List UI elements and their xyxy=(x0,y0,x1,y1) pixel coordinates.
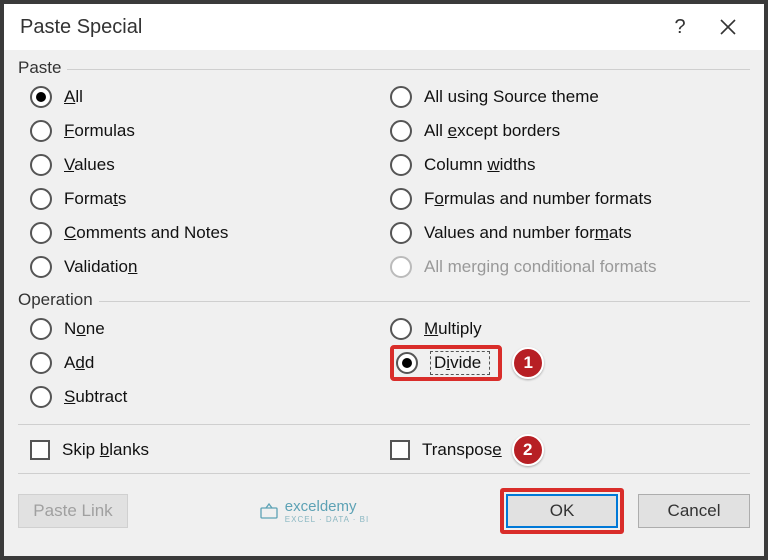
op-add-radio[interactable] xyxy=(30,352,52,374)
paste-all-using-source-theme-radio[interactable] xyxy=(390,86,412,108)
op-divide-label: Divide xyxy=(434,353,481,372)
logo-icon xyxy=(259,501,279,521)
exceldemy-logo: exceldemy EXCEL · DATA · BI xyxy=(259,498,369,524)
paste-values-and-number-formats[interactable]: Values and number formats xyxy=(390,216,750,250)
paste-formats-radio[interactable] xyxy=(30,188,52,210)
paste-formulas-and-number-formats-label: Formulas and number formats xyxy=(424,189,652,209)
paste-formulas-radio[interactable] xyxy=(30,120,52,142)
paste-formats[interactable]: Formats xyxy=(30,182,390,216)
paste-all[interactable]: All xyxy=(30,80,390,114)
paste-link-button: Paste Link xyxy=(18,494,128,528)
close-icon xyxy=(720,19,736,35)
paste-column-widths[interactable]: Column widths xyxy=(390,148,750,182)
op-multiply[interactable]: Multiply xyxy=(390,312,750,346)
paste-all-merging-conditional-formats-radio xyxy=(390,256,412,278)
paste-column-widths-label: Column widths xyxy=(424,155,536,175)
dialog-content: Paste All Formulas Values Formats Comments a… xyxy=(4,50,764,542)
op-subtract[interactable]: Subtract xyxy=(30,380,390,414)
op-none-radio[interactable] xyxy=(30,318,52,340)
paste-all-except-borders[interactable]: All except borders xyxy=(390,114,750,148)
paste-all-using-source-theme[interactable]: All using Source theme xyxy=(390,80,750,114)
paste-formulas-and-number-formats[interactable]: Formulas and number formats xyxy=(390,182,750,216)
skip-blanks-label: Skip blanks xyxy=(62,440,149,460)
op-multiply-label: Multiply xyxy=(424,319,482,339)
op-subtract-radio[interactable] xyxy=(30,386,52,408)
paste-all-merging-conditional-formats-label: All merging conditional formats xyxy=(424,257,656,277)
paste-comments-and-notes-label: Comments and Notes xyxy=(64,223,228,243)
paste-formats-label: Formats xyxy=(64,189,126,209)
dialog-title: Paste Special xyxy=(20,16,656,39)
titlebar: Paste Special ? xyxy=(4,4,764,50)
op-none[interactable]: None xyxy=(30,312,390,346)
paste-values-and-number-formats-label: Values and number formats xyxy=(424,223,632,243)
op-divide[interactable]: Divide 1 xyxy=(390,346,750,380)
transpose-checkbox[interactable]: Transpose xyxy=(390,440,502,460)
paste-values-label: Values xyxy=(64,155,115,175)
op-add[interactable]: Add xyxy=(30,346,390,380)
paste-validation-radio[interactable] xyxy=(30,256,52,278)
paste-validation-label: Validation xyxy=(64,257,137,277)
button-bar: Paste Link exceldemy EXCEL · DATA · BI O… xyxy=(18,484,750,534)
cancel-button[interactable]: Cancel xyxy=(638,494,750,528)
paste-header: Paste xyxy=(18,58,61,78)
paste-validation[interactable]: Validation xyxy=(30,250,390,284)
paste-values[interactable]: Values xyxy=(30,148,390,182)
paste-all-label: All xyxy=(64,87,83,107)
paste-all-using-source-theme-label: All using Source theme xyxy=(424,87,599,107)
op-none-label: None xyxy=(64,319,105,339)
operation-header: Operation xyxy=(18,290,93,310)
ok-button[interactable]: OK xyxy=(506,494,618,528)
op-add-label: Add xyxy=(64,353,94,373)
paste-all-except-borders-radio[interactable] xyxy=(390,120,412,142)
op-multiply-radio[interactable] xyxy=(390,318,412,340)
transpose-label: Transpose xyxy=(422,440,502,460)
close-button[interactable] xyxy=(704,4,752,50)
paste-formulas[interactable]: Formulas xyxy=(30,114,390,148)
ok-highlight: OK xyxy=(500,488,624,534)
paste-formulas-label: Formulas xyxy=(64,121,135,141)
paste-options: All Formulas Values Formats Comments and Not… xyxy=(18,80,750,284)
paste-all-radio[interactable] xyxy=(30,86,52,108)
paste-all-except-borders-label: All except borders xyxy=(424,121,560,141)
paste-all-merging-conditional-formats: All merging conditional formats xyxy=(390,250,750,284)
paste-values-and-number-formats-radio[interactable] xyxy=(390,222,412,244)
paste-values-radio[interactable] xyxy=(30,154,52,176)
paste-formulas-and-number-formats-radio[interactable] xyxy=(390,188,412,210)
annotation-badge-2: 2 xyxy=(512,434,544,466)
paste-comments-and-notes[interactable]: Comments and Notes xyxy=(30,216,390,250)
annotation-badge-1: 1 xyxy=(512,347,544,379)
op-divide-radio[interactable] xyxy=(396,352,418,374)
paste-column-widths-radio[interactable] xyxy=(390,154,412,176)
help-button[interactable]: ? xyxy=(656,4,704,50)
paste-comments-and-notes-radio[interactable] xyxy=(30,222,52,244)
op-subtract-label: Subtract xyxy=(64,387,127,407)
skip-blanks-checkbox[interactable]: Skip blanks xyxy=(30,433,390,467)
operation-options: None Add Subtract Multiply Divide 1 xyxy=(18,312,750,414)
